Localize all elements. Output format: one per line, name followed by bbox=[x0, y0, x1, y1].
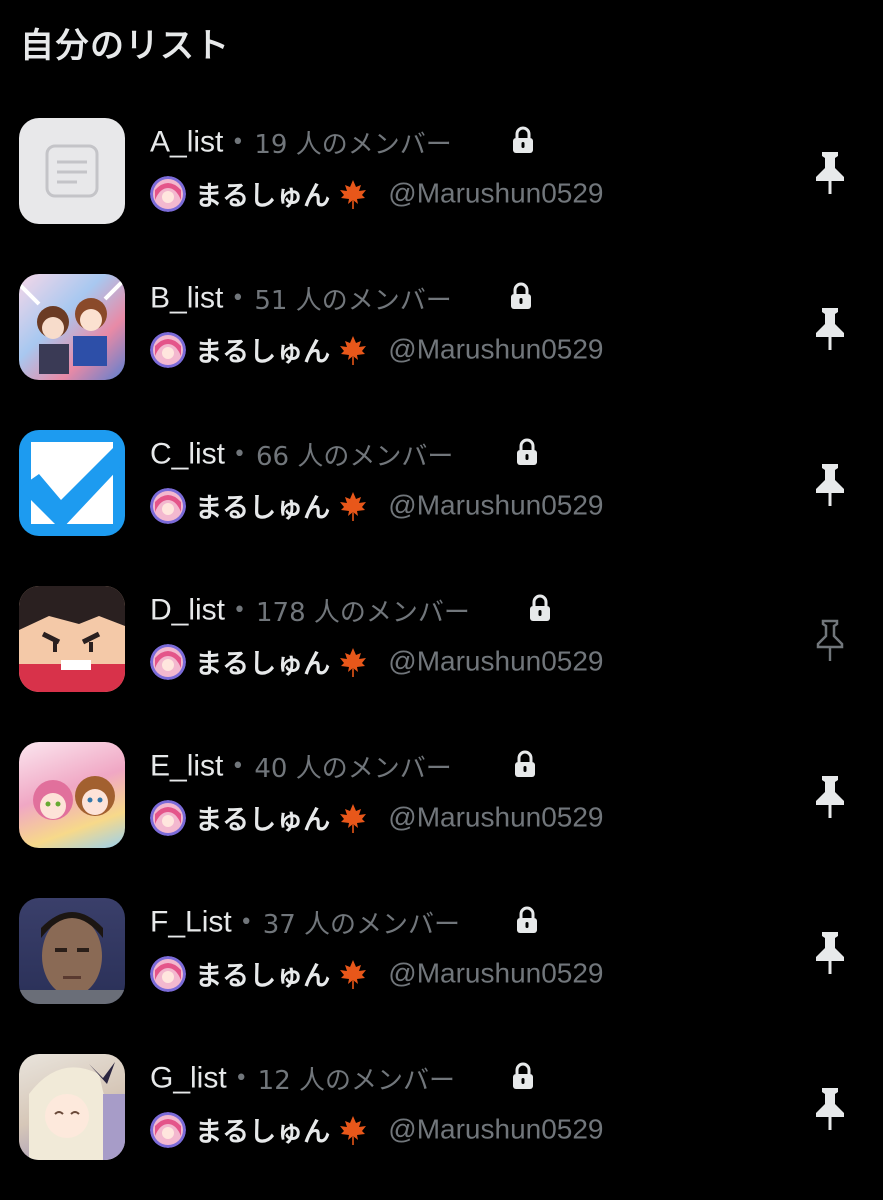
owner-name: まるしゅん bbox=[195, 181, 331, 212]
maple-leaf-icon bbox=[340, 335, 367, 365]
lock-icon bbox=[517, 438, 537, 465]
avatar bbox=[150, 1111, 186, 1148]
list-item[interactable]: B_list • 51 人のメンバー まるしゅん @Marushun0529 bbox=[0, 274, 883, 394]
lock-icon bbox=[530, 594, 550, 621]
avatar bbox=[150, 799, 186, 836]
owner-handle: @Marushun0529 bbox=[388, 489, 604, 521]
owner-handle: @Marushun0529 bbox=[388, 177, 604, 209]
member-count: 12 人のメンバー bbox=[257, 1066, 456, 1096]
pin-icon[interactable] bbox=[813, 774, 847, 820]
maple-leaf-icon bbox=[340, 803, 367, 833]
owner-handle: @Marushun0529 bbox=[388, 1113, 604, 1145]
list-item[interactable]: E_list • 40 人のメンバー まるしゅん @Marushun0529 bbox=[0, 742, 883, 862]
lock-icon bbox=[513, 1062, 533, 1089]
lock-icon bbox=[515, 750, 535, 777]
member-count: 37 人のメンバー bbox=[262, 910, 461, 940]
lock-icon bbox=[511, 282, 531, 309]
member-count: 66 人のメンバー bbox=[256, 442, 454, 472]
list-thumbnail bbox=[19, 586, 125, 692]
list-thumbnail bbox=[19, 898, 125, 1004]
list-thumbnail bbox=[19, 1054, 125, 1160]
list-thumbnail bbox=[19, 742, 125, 848]
pin-icon[interactable] bbox=[813, 306, 847, 352]
list-name: G_list bbox=[150, 1061, 227, 1095]
owner-handle: @Marushun0529 bbox=[388, 801, 604, 833]
owner-name: まるしゅん bbox=[195, 649, 331, 680]
owner-handle: @Marushun0529 bbox=[388, 957, 604, 989]
list-item[interactable]: C_list • 66 人のメンバー まるしゅん @Marushun0529 bbox=[0, 430, 883, 550]
lock-icon bbox=[517, 906, 537, 933]
maple-leaf-icon bbox=[340, 179, 367, 209]
list-item[interactable]: G_list • 12 人のメンバー まるしゅん @Marushun0529 bbox=[0, 1054, 883, 1174]
list-item[interactable]: F_List • 37 人のメンバー まるしゅん @Marushun0529 bbox=[0, 898, 883, 1018]
member-count: 40 人のメンバー bbox=[254, 754, 452, 784]
page-title: 自分のリスト bbox=[20, 26, 230, 66]
list-name: C_list bbox=[150, 437, 226, 471]
list-item[interactable]: A_list • 19 人のメンバー まるしゅん @Marushun0529 bbox=[0, 118, 883, 238]
maple-leaf-icon bbox=[340, 647, 367, 677]
owner-handle: @Marushun0529 bbox=[388, 333, 604, 365]
pin-outline-icon[interactable] bbox=[813, 618, 847, 664]
owner-handle: @Marushun0529 bbox=[388, 645, 604, 677]
avatar bbox=[150, 175, 186, 212]
maple-leaf-icon bbox=[340, 491, 367, 521]
owner-name: まるしゅん bbox=[195, 805, 331, 836]
list-name: F_List bbox=[150, 905, 232, 939]
list-name: D_list bbox=[150, 593, 226, 627]
list-item[interactable]: D_list • 178 人のメンバー まるしゅん @Marushun0529 bbox=[0, 586, 883, 706]
member-count: 178 人のメンバー bbox=[256, 598, 470, 628]
list-thumbnail bbox=[19, 118, 125, 224]
member-count: 19 人のメンバー bbox=[254, 130, 452, 160]
pin-icon[interactable] bbox=[813, 930, 847, 976]
member-count: 51 人のメンバー bbox=[254, 286, 452, 316]
pin-icon[interactable] bbox=[813, 150, 847, 196]
list-name: E_list bbox=[150, 749, 224, 783]
list-name: B_list bbox=[150, 281, 224, 315]
maple-leaf-icon bbox=[340, 1115, 367, 1145]
list-name: A_list bbox=[150, 125, 224, 159]
owner-name: まるしゅん bbox=[195, 1117, 331, 1148]
list-thumbnail bbox=[19, 430, 125, 536]
pin-icon[interactable] bbox=[813, 462, 847, 508]
lock-icon bbox=[513, 126, 533, 153]
owner-name: まるしゅん bbox=[195, 961, 331, 992]
owner-name: まるしゅん bbox=[195, 493, 331, 524]
maple-leaf-icon bbox=[340, 959, 367, 989]
owner-name: まるしゅん bbox=[195, 337, 331, 368]
avatar bbox=[150, 331, 186, 368]
pin-icon[interactable] bbox=[813, 1086, 847, 1132]
avatar bbox=[150, 955, 186, 992]
list-thumbnail bbox=[19, 274, 125, 380]
avatar bbox=[150, 487, 186, 524]
avatar bbox=[150, 643, 186, 680]
